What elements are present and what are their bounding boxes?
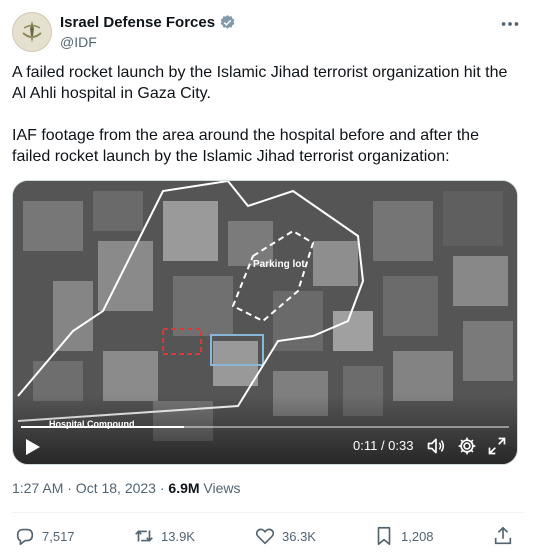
share-icon [494, 526, 512, 545]
views-count: 6.9M [168, 480, 200, 496]
reply-button[interactable]: 7,517 [14, 525, 75, 547]
fullscreen-icon[interactable] [487, 436, 507, 456]
bookmark-button[interactable]: 1,208 [373, 525, 434, 547]
divider [12, 512, 523, 513]
tweet-paragraph-2: IAF footage from the area around the hos… [12, 127, 479, 165]
reply-count: 7,517 [42, 528, 75, 544]
settings-gear-icon[interactable] [457, 436, 477, 456]
more-options-icon[interactable] [499, 14, 521, 34]
video-time: 0:11 / 0:33 [353, 438, 414, 453]
idf-emblem-icon [22, 21, 42, 43]
heart-icon [255, 528, 275, 545]
author-handle[interactable]: @IDF [60, 34, 97, 50]
timestamp[interactable]: 1:27 AM · Oct 18, 2023 · [12, 480, 168, 496]
repost-count: 13.9K [161, 528, 195, 544]
avatar[interactable] [12, 12, 52, 52]
action-bar: 7,517 13.9K 36.3K 1,208 [12, 522, 523, 550]
play-icon[interactable] [25, 438, 41, 456]
author-name[interactable]: Israel Defense Forces [60, 14, 215, 31]
repost-icon [135, 530, 153, 542]
like-button[interactable]: 36.3K [254, 525, 316, 547]
tweet-meta: 1:27 AM · Oct 18, 2023 · 6.9M Views [12, 480, 241, 496]
share-button[interactable] [492, 525, 520, 547]
author-name-row[interactable]: Israel Defense Forces [60, 14, 236, 31]
bookmark-count: 1,208 [401, 528, 434, 544]
tweet-paragraph-1: A failed rocket launch by the Islamic Ji… [12, 64, 508, 102]
bookmark-icon [377, 526, 391, 546]
tweet-header: Israel Defense Forces @IDF [12, 12, 523, 52]
progress-fill [21, 426, 184, 428]
like-count: 36.3K [282, 528, 316, 544]
parking-lot-label: Parking lot [253, 259, 305, 270]
video-player[interactable]: Parking lot Hospital Compound 0:11 / 0:3… [12, 180, 518, 465]
video-controls: 0:11 / 0:33 [13, 414, 517, 464]
reply-icon [16, 528, 34, 546]
volume-icon[interactable] [426, 436, 446, 456]
repost-button[interactable]: 13.9K [133, 525, 195, 547]
progress-bar[interactable] [21, 426, 509, 428]
views-label: Views [199, 480, 241, 496]
tweet-text: A failed rocket launch by the Islamic Ji… [12, 62, 518, 167]
verified-badge-icon [220, 15, 235, 29]
